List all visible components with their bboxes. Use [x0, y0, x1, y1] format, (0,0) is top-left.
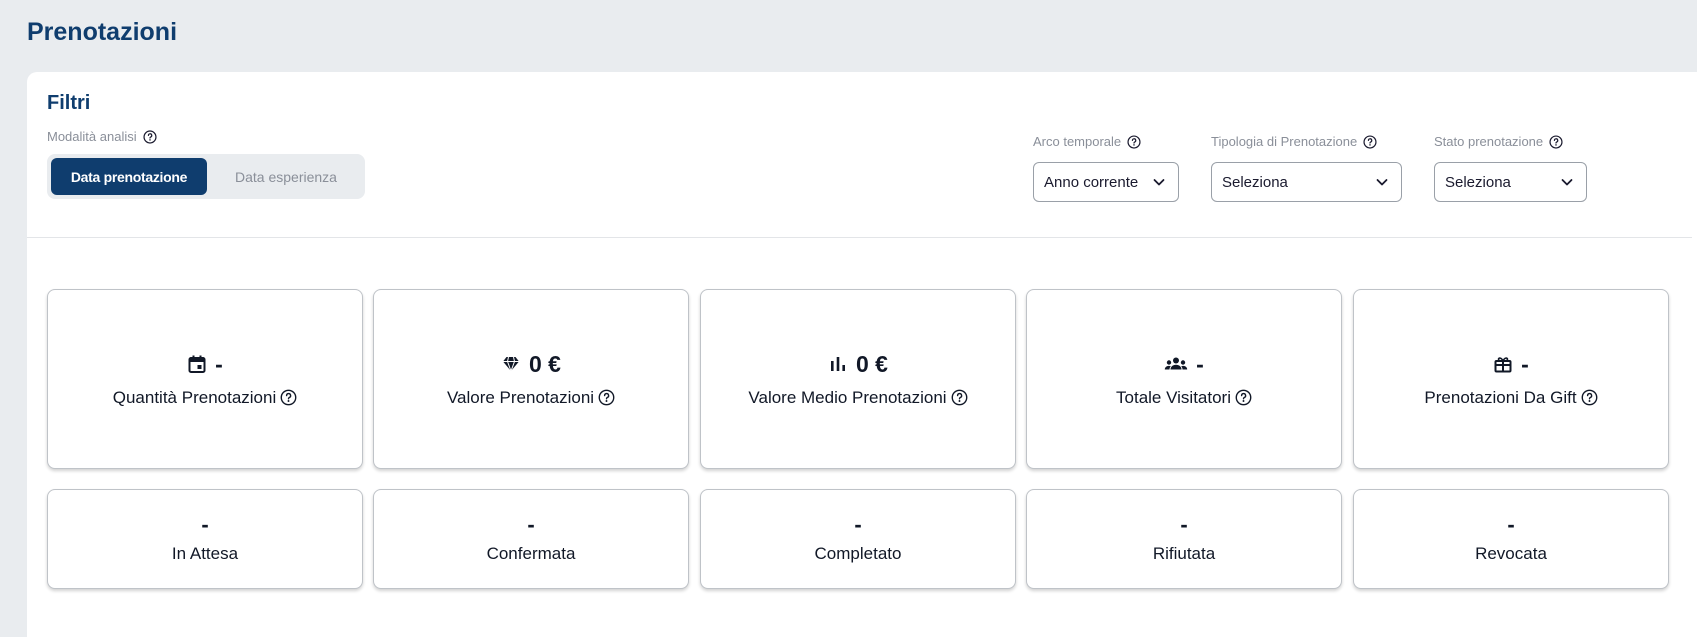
- kpi-card-average-value: 0 € Valore Medio Prenotazioni: [700, 289, 1016, 469]
- kpi-value: -: [1196, 350, 1204, 377]
- status-card-rejected: - Rifiutata: [1026, 489, 1342, 589]
- status-value: -: [201, 512, 209, 537]
- help-icon[interactable]: [1127, 134, 1141, 149]
- bar-chart-icon: [828, 354, 848, 374]
- divider: [27, 237, 1692, 238]
- filters-title: Filtri: [47, 92, 91, 114]
- help-icon[interactable]: [1581, 389, 1598, 406]
- kpi-label: Prenotazioni Da Gift: [1424, 387, 1577, 407]
- help-icon[interactable]: [1549, 134, 1563, 149]
- help-icon[interactable]: [143, 129, 157, 144]
- gift-icon: [1493, 354, 1513, 374]
- status-value: -: [1507, 512, 1515, 537]
- kpi-label: Quantità Prenotazioni: [112, 387, 277, 407]
- kpi-label: Valore Medio Prenotazioni: [748, 387, 947, 407]
- status-label: In Attesa: [171, 544, 239, 563]
- chevron-down-icon: [1560, 175, 1574, 189]
- booking-status-value: Seleziona: [1445, 173, 1511, 191]
- help-icon[interactable]: [1235, 389, 1252, 406]
- chevron-down-icon: [1152, 175, 1166, 189]
- analysis-mode-label: Modalità analisi: [47, 129, 157, 144]
- chevron-down-icon: [1375, 175, 1389, 189]
- booking-type-select[interactable]: Seleziona: [1211, 162, 1402, 202]
- page-title: Prenotazioni: [27, 18, 178, 46]
- status-value: -: [1180, 512, 1188, 537]
- booking-type-value: Seleziona: [1222, 173, 1288, 191]
- group-icon: [1164, 354, 1188, 374]
- booking-type-label: Tipologia di Prenotazione: [1211, 134, 1377, 149]
- status-card-confirmed: - Confermata: [373, 489, 689, 589]
- status-card-revoked: - Revocata: [1353, 489, 1669, 589]
- booking-status-label: Stato prenotazione: [1434, 134, 1563, 149]
- kpi-value: -: [1521, 350, 1529, 377]
- time-range-label-text: Arco temporale: [1033, 134, 1122, 149]
- help-icon[interactable]: [951, 389, 968, 406]
- status-card-completed: - Completato: [700, 489, 1016, 589]
- status-label: Rifiutata: [1152, 544, 1216, 563]
- status-label: Completato: [814, 544, 902, 563]
- kpi-value: 0 €: [856, 350, 888, 377]
- kpi-value: -: [215, 350, 223, 377]
- analysis-mode-label-text: Modalità analisi: [47, 129, 137, 144]
- calendar-icon: [187, 354, 207, 374]
- booking-type-label-text: Tipologia di Prenotazione: [1211, 134, 1358, 149]
- filters-panel: Filtri Modalità analisi Data prenotazion…: [27, 72, 1697, 637]
- kpi-card-value: 0 € Valore Prenotazioni: [373, 289, 689, 469]
- help-icon[interactable]: [280, 389, 297, 406]
- status-value: -: [527, 512, 535, 537]
- kpi-card-visitors: - Totale Visitatori: [1026, 289, 1342, 469]
- data-esperienza-option[interactable]: Data esperienza: [211, 158, 361, 195]
- kpi-label: Valore Prenotazioni: [446, 387, 595, 407]
- analysis-mode-toggle: Data prenotazione Data esperienza: [47, 154, 365, 199]
- booking-status-select[interactable]: Seleziona: [1434, 162, 1587, 202]
- booking-status-label-text: Stato prenotazione: [1434, 134, 1544, 149]
- status-label: Confermata: [486, 544, 576, 563]
- status-label: Revocata: [1475, 544, 1547, 563]
- time-range-value: Anno corrente: [1044, 173, 1139, 191]
- help-icon[interactable]: [598, 389, 615, 406]
- status-card-pending: - In Attesa: [47, 489, 363, 589]
- time-range-label: Arco temporale: [1033, 134, 1141, 149]
- kpi-value: 0 €: [529, 350, 561, 377]
- status-value: -: [854, 512, 862, 537]
- kpi-label: Totale Visitatori: [1116, 387, 1231, 407]
- diamond-icon: [501, 354, 521, 374]
- kpi-card-quantity: - Quantità Prenotazioni: [47, 289, 363, 469]
- help-icon[interactable]: [1363, 134, 1377, 149]
- data-prenotazione-option[interactable]: Data prenotazione: [51, 158, 207, 195]
- kpi-card-gift: - Prenotazioni Da Gift: [1353, 289, 1669, 469]
- time-range-select[interactable]: Anno corrente: [1033, 162, 1179, 202]
